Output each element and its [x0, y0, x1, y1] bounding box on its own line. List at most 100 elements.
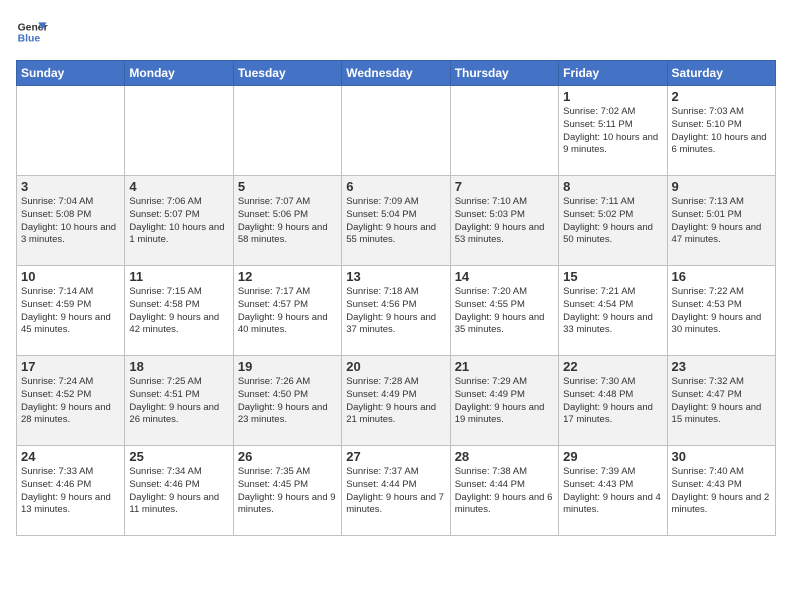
- calendar-cell: 16 Sunrise: 7:22 AM Sunset: 4:53 PM Dayli…: [667, 266, 775, 356]
- day-info: Sunrise: 7:35 AM Sunset: 4:45 PM Dayligh…: [238, 466, 337, 517]
- day-info: Sunrise: 7:37 AM Sunset: 4:44 PM Dayligh…: [346, 466, 445, 517]
- day-info: Sunrise: 7:07 AM Sunset: 5:06 PM Dayligh…: [238, 196, 337, 247]
- day-info: Sunrise: 7:28 AM Sunset: 4:49 PM Dayligh…: [346, 376, 445, 427]
- day-info: Sunrise: 7:09 AM Sunset: 5:04 PM Dayligh…: [346, 196, 445, 247]
- day-info: Sunrise: 7:25 AM Sunset: 4:51 PM Dayligh…: [129, 376, 228, 427]
- day-info: Sunrise: 7:20 AM Sunset: 4:55 PM Dayligh…: [455, 286, 554, 337]
- day-number: 7: [455, 179, 554, 194]
- day-number: 17: [21, 359, 120, 374]
- day-info: Sunrise: 7:34 AM Sunset: 4:46 PM Dayligh…: [129, 466, 228, 517]
- day-info: Sunrise: 7:24 AM Sunset: 4:52 PM Dayligh…: [21, 376, 120, 427]
- calendar-cell: 26 Sunrise: 7:35 AM Sunset: 4:45 PM Dayli…: [233, 446, 341, 536]
- calendar-cell: 29Sunrise: 7:39 AM Sunset: 4:43 PM Dayli…: [559, 446, 667, 536]
- calendar-cell: 23 Sunrise: 7:32 AM Sunset: 4:47 PM Dayli…: [667, 356, 775, 446]
- calendar-week-row: 3Sunrise: 7:04 AM Sunset: 5:08 PM Daylig…: [17, 176, 776, 266]
- day-number: 27: [346, 449, 445, 464]
- calendar-cell: 6 Sunrise: 7:09 AM Sunset: 5:04 PM Daylig…: [342, 176, 450, 266]
- logo: General Blue: [16, 16, 48, 48]
- day-number: 29: [563, 449, 662, 464]
- calendar-cell: 28 Sunrise: 7:38 AM Sunset: 4:44 PM Dayli…: [450, 446, 558, 536]
- calendar-cell: 7 Sunrise: 7:10 AM Sunset: 5:03 PM Daylig…: [450, 176, 558, 266]
- calendar-cell: 1 Sunrise: 7:02 AM Sunset: 5:11 PM Daylig…: [559, 86, 667, 176]
- day-number: 22: [563, 359, 662, 374]
- calendar-cell: [17, 86, 125, 176]
- day-number: 16: [672, 269, 771, 284]
- day-info: Sunrise: 7:32 AM Sunset: 4:47 PM Dayligh…: [672, 376, 771, 427]
- day-info: Sunrise: 7:13 AM Sunset: 5:01 PM Dayligh…: [672, 196, 771, 247]
- day-number: 8: [563, 179, 662, 194]
- day-number: 5: [238, 179, 337, 194]
- day-number: 19: [238, 359, 337, 374]
- calendar-cell: [450, 86, 558, 176]
- weekday-header-wednesday: Wednesday: [342, 61, 450, 86]
- day-info: Sunrise: 7:11 AM Sunset: 5:02 PM Dayligh…: [563, 196, 662, 247]
- calendar-week-row: 10 Sunrise: 7:14 AM Sunset: 4:59 PM Dayli…: [17, 266, 776, 356]
- day-info: Sunrise: 7:30 AM Sunset: 4:48 PM Dayligh…: [563, 376, 662, 427]
- day-number: 14: [455, 269, 554, 284]
- day-info: Sunrise: 7:03 AM Sunset: 5:10 PM Dayligh…: [672, 106, 771, 157]
- calendar-week-row: 1 Sunrise: 7:02 AM Sunset: 5:11 PM Daylig…: [17, 86, 776, 176]
- day-info: Sunrise: 7:38 AM Sunset: 4:44 PM Dayligh…: [455, 466, 554, 517]
- day-number: 15: [563, 269, 662, 284]
- day-info: Sunrise: 7:06 AM Sunset: 5:07 PM Dayligh…: [129, 196, 228, 247]
- calendar-cell: 25Sunrise: 7:34 AM Sunset: 4:46 PM Dayli…: [125, 446, 233, 536]
- calendar-cell: 10 Sunrise: 7:14 AM Sunset: 4:59 PM Dayli…: [17, 266, 125, 356]
- day-number: 9: [672, 179, 771, 194]
- day-info: Sunrise: 7:10 AM Sunset: 5:03 PM Dayligh…: [455, 196, 554, 247]
- day-number: 3: [21, 179, 120, 194]
- day-info: Sunrise: 7:26 AM Sunset: 4:50 PM Dayligh…: [238, 376, 337, 427]
- day-info: Sunrise: 7:29 AM Sunset: 4:49 PM Dayligh…: [455, 376, 554, 427]
- calendar-cell: 17 Sunrise: 7:24 AM Sunset: 4:52 PM Dayli…: [17, 356, 125, 446]
- calendar-cell: [233, 86, 341, 176]
- calendar-cell: 11Sunrise: 7:15 AM Sunset: 4:58 PM Dayli…: [125, 266, 233, 356]
- day-number: 26: [238, 449, 337, 464]
- calendar-cell: 20 Sunrise: 7:28 AM Sunset: 4:49 PM Dayli…: [342, 356, 450, 446]
- day-number: 1: [563, 89, 662, 104]
- calendar-header-row: SundayMondayTuesdayWednesdayThursdayFrid…: [17, 61, 776, 86]
- calendar-cell: 22 Sunrise: 7:30 AM Sunset: 4:48 PM Dayli…: [559, 356, 667, 446]
- day-info: Sunrise: 7:18 AM Sunset: 4:56 PM Dayligh…: [346, 286, 445, 337]
- calendar-cell: 14 Sunrise: 7:20 AM Sunset: 4:55 PM Dayli…: [450, 266, 558, 356]
- calendar-table: SundayMondayTuesdayWednesdayThursdayFrid…: [16, 60, 776, 536]
- weekday-header-friday: Friday: [559, 61, 667, 86]
- day-number: 28: [455, 449, 554, 464]
- calendar-cell: 8 Sunrise: 7:11 AM Sunset: 5:02 PM Daylig…: [559, 176, 667, 266]
- day-info: Sunrise: 7:21 AM Sunset: 4:54 PM Dayligh…: [563, 286, 662, 337]
- day-number: 20: [346, 359, 445, 374]
- calendar-cell: 27 Sunrise: 7:37 AM Sunset: 4:44 PM Dayli…: [342, 446, 450, 536]
- day-number: 4: [129, 179, 228, 194]
- day-number: 12: [238, 269, 337, 284]
- day-number: 30: [672, 449, 771, 464]
- calendar-cell: 15 Sunrise: 7:21 AM Sunset: 4:54 PM Dayli…: [559, 266, 667, 356]
- day-number: 10: [21, 269, 120, 284]
- day-number: 2: [672, 89, 771, 104]
- calendar-cell: 30 Sunrise: 7:40 AM Sunset: 4:43 PM Dayli…: [667, 446, 775, 536]
- day-number: 23: [672, 359, 771, 374]
- day-info: Sunrise: 7:14 AM Sunset: 4:59 PM Dayligh…: [21, 286, 120, 337]
- calendar-cell: 5 Sunrise: 7:07 AM Sunset: 5:06 PM Daylig…: [233, 176, 341, 266]
- day-info: Sunrise: 7:40 AM Sunset: 4:43 PM Dayligh…: [672, 466, 771, 517]
- day-number: 24: [21, 449, 120, 464]
- calendar-cell: 19 Sunrise: 7:26 AM Sunset: 4:50 PM Dayli…: [233, 356, 341, 446]
- day-info: Sunrise: 7:02 AM Sunset: 5:11 PM Dayligh…: [563, 106, 662, 157]
- svg-text:Blue: Blue: [18, 34, 41, 45]
- day-number: 18: [129, 359, 228, 374]
- day-number: 6: [346, 179, 445, 194]
- weekday-header-sunday: Sunday: [17, 61, 125, 86]
- calendar-cell: 3Sunrise: 7:04 AM Sunset: 5:08 PM Daylig…: [17, 176, 125, 266]
- day-number: 13: [346, 269, 445, 284]
- calendar-cell: 13 Sunrise: 7:18 AM Sunset: 4:56 PM Dayli…: [342, 266, 450, 356]
- calendar-cell: 12 Sunrise: 7:17 AM Sunset: 4:57 PM Dayli…: [233, 266, 341, 356]
- calendar-cell: 18 Sunrise: 7:25 AM Sunset: 4:51 PM Dayli…: [125, 356, 233, 446]
- calendar-cell: 9 Sunrise: 7:13 AM Sunset: 5:01 PM Daylig…: [667, 176, 775, 266]
- day-info: Sunrise: 7:22 AM Sunset: 4:53 PM Dayligh…: [672, 286, 771, 337]
- weekday-header-thursday: Thursday: [450, 61, 558, 86]
- day-number: 21: [455, 359, 554, 374]
- calendar-cell: 21 Sunrise: 7:29 AM Sunset: 4:49 PM Dayli…: [450, 356, 558, 446]
- calendar-cell: 4 Sunrise: 7:06 AM Sunset: 5:07 PM Daylig…: [125, 176, 233, 266]
- weekday-header-tuesday: Tuesday: [233, 61, 341, 86]
- day-number: 11: [129, 269, 228, 284]
- calendar-cell: [342, 86, 450, 176]
- day-info: Sunrise: 7:17 AM Sunset: 4:57 PM Dayligh…: [238, 286, 337, 337]
- weekday-header-saturday: Saturday: [667, 61, 775, 86]
